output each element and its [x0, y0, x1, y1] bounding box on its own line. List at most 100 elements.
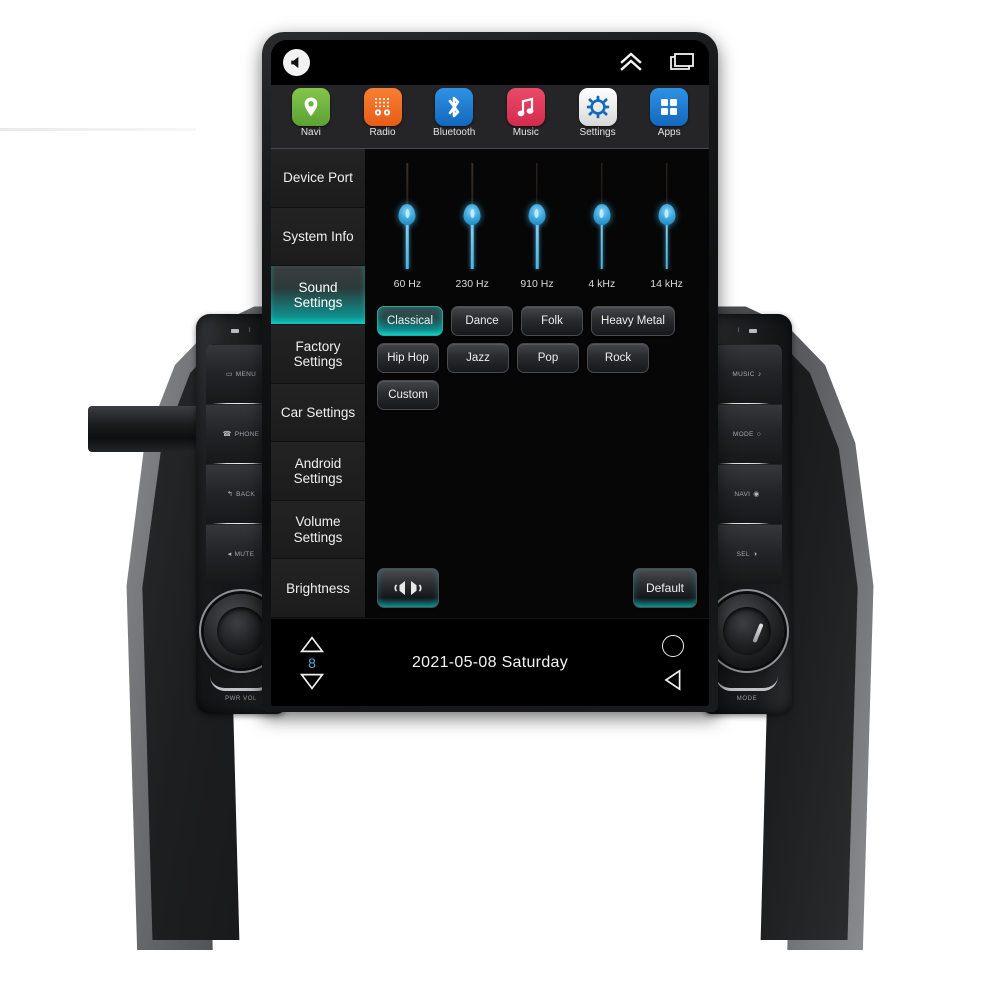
mode-knob[interactable]: [710, 594, 784, 668]
back-triangle-icon[interactable]: [664, 668, 682, 691]
knob-face: [217, 607, 265, 655]
nav-buttons: [653, 619, 693, 706]
back-arrow-icon: ↰: [226, 491, 234, 498]
preset-button-rock[interactable]: Rock: [587, 343, 649, 373]
dock-label: Settings: [579, 127, 616, 138]
navigation-bar: 8 2021-05-08 Saturday: [271, 618, 709, 706]
eq-slider-thumb[interactable]: [463, 204, 481, 225]
eq-preset-grid: Classical Dance Folk Heavy Metal Hip Hop…: [365, 290, 709, 410]
radio-icon: [363, 88, 402, 126]
hw-button-label: MODE: [732, 431, 754, 438]
eq-slider-thumb[interactable]: [528, 204, 546, 225]
hw-button-label: MUSIC: [732, 371, 755, 378]
sidebar-item-system-info[interactable]: System Info: [271, 207, 365, 267]
default-button[interactable]: Default: [632, 568, 697, 608]
hw-button-music[interactable]: MUSIC ♪: [712, 344, 782, 405]
eq-slider-track[interactable]: [463, 163, 481, 269]
sidebar-item-android-settings[interactable]: Android Settings: [271, 442, 365, 501]
preset-button-folk[interactable]: Folk: [521, 306, 584, 336]
eq-slider-thumb[interactable]: [398, 204, 416, 225]
datetime-display: 2021-05-08 Saturday: [411, 653, 569, 671]
eq-band[interactable]: 14 kHz: [634, 163, 699, 290]
hw-button-navi[interactable]: NAVI ◉: [712, 464, 782, 525]
eq-slider-track[interactable]: [658, 163, 676, 269]
eq-slider-track[interactable]: [593, 163, 611, 269]
speaker-mute-icon[interactable]: [283, 48, 310, 76]
dock-item-music[interactable]: Music: [490, 88, 562, 138]
speaker-balance-icon: [394, 581, 422, 595]
panel-marker-text: I: [248, 328, 251, 334]
gear-icon: [578, 88, 617, 126]
sidebar-item-factory-settings[interactable]: Factory Settings: [271, 324, 365, 384]
panel-marker-icon: [748, 329, 757, 333]
sidebar-item-brightness[interactable]: Brightness: [271, 559, 365, 618]
hw-button-label: PHONE: [234, 431, 260, 438]
screenshot-stage: I ▭ MENU ☎ PHONE ↰ BACK ◂ MUTE PWR VOL I…: [0, 0, 1000, 1000]
sidebar-item-car-settings[interactable]: Car Settings: [271, 383, 365, 443]
eq-band-label: 910 Hz: [520, 278, 554, 290]
preset-button-heavy-metal[interactable]: Heavy Metal: [591, 306, 675, 336]
status-bar-right: [619, 51, 695, 73]
background-artifact: [0, 128, 196, 131]
sidebar-item-volume-settings[interactable]: Volume Settings: [271, 500, 365, 560]
eq-band[interactable]: 60 Hz: [375, 163, 440, 290]
preset-button-custom[interactable]: Custom: [377, 380, 439, 410]
triangle-up-icon[interactable]: [300, 635, 324, 653]
bluetooth-icon: [435, 88, 474, 126]
dock-item-apps[interactable]: Apps: [633, 88, 705, 138]
phone-icon: ☎: [222, 431, 232, 438]
sidebar-item-device-port[interactable]: Device Port: [271, 149, 365, 208]
preset-button-classical[interactable]: Classical: [377, 306, 444, 336]
music-note-icon: [506, 88, 545, 126]
dock-item-settings[interactable]: Settings: [562, 88, 634, 138]
mute-speaker-icon: ◂: [227, 551, 232, 558]
hw-button-label: MUTE: [234, 551, 255, 558]
preset-button-dance[interactable]: Dance: [451, 306, 514, 336]
preset-button-hip-hop[interactable]: Hip Hop: [377, 343, 439, 373]
menu-icon: ▭: [225, 371, 233, 378]
eq-band[interactable]: 230 Hz: [440, 163, 505, 290]
eq-slider-track[interactable]: [398, 163, 416, 269]
dock-label: Apps: [657, 127, 681, 138]
hw-button-label: BACK: [236, 491, 256, 498]
equalizer: 60 Hz 230 Hz 910 Hz 4 kHz 14 kHz: [365, 149, 709, 290]
right-knob-accent: [716, 676, 778, 691]
knob-face: [723, 607, 771, 655]
eq-band-label: 230 Hz: [455, 278, 489, 290]
panel-marker-text: I: [737, 328, 740, 334]
dock-item-navi[interactable]: Navi: [275, 88, 347, 138]
panel-marker-icon: [231, 329, 240, 333]
hw-button-label: SEL: [736, 551, 750, 558]
hw-button-mode[interactable]: MODE ○: [712, 404, 782, 465]
knob-ring: [710, 594, 784, 668]
chevron-double-up-icon[interactable]: [619, 51, 643, 73]
home-circle-icon[interactable]: [662, 634, 684, 657]
touchscreen: Navi Radio Bluetooth Music Settings Apps…: [271, 40, 709, 706]
right-button-stack: MUSIC ♪ MODE ○ NAVI ◉ SEL ◑: [712, 344, 782, 584]
eq-slider-track[interactable]: [528, 163, 546, 269]
hw-button-label: NAVI: [734, 491, 751, 498]
balance-fader-button[interactable]: [377, 568, 439, 608]
mode-circle-icon: ○: [756, 431, 762, 438]
sidebar-item-sound-settings[interactable]: Sound Settings: [271, 266, 365, 325]
dock-item-bluetooth[interactable]: Bluetooth: [418, 88, 490, 138]
grid-apps-icon: [650, 88, 689, 126]
sound-settings-panel: 60 Hz 230 Hz 910 Hz 4 kHz 14 kHz Classic…: [365, 149, 709, 618]
preset-button-pop[interactable]: Pop: [517, 343, 579, 373]
main-body: Device Port System Info Sound Settings F…: [271, 149, 709, 618]
dock-item-radio[interactable]: Radio: [347, 88, 419, 138]
eq-band-label: 14 kHz: [650, 278, 683, 290]
recent-apps-icon[interactable]: [669, 52, 695, 72]
preset-button-jazz[interactable]: Jazz: [447, 343, 509, 373]
hw-button-sel[interactable]: SEL ◑: [712, 524, 782, 584]
eq-slider-thumb[interactable]: [593, 204, 611, 225]
dock-label: Bluetooth: [433, 127, 476, 138]
music-note-icon: ♪: [757, 371, 762, 378]
triangle-down-icon[interactable]: [300, 673, 324, 690]
status-bar: [271, 40, 709, 84]
eq-band[interactable]: 4 kHz: [569, 163, 634, 290]
eq-band[interactable]: 910 Hz: [505, 163, 570, 290]
eq-slider-thumb[interactable]: [658, 204, 676, 225]
eq-band-label: 4 kHz: [588, 278, 616, 290]
sound-action-row: Default: [377, 568, 697, 608]
